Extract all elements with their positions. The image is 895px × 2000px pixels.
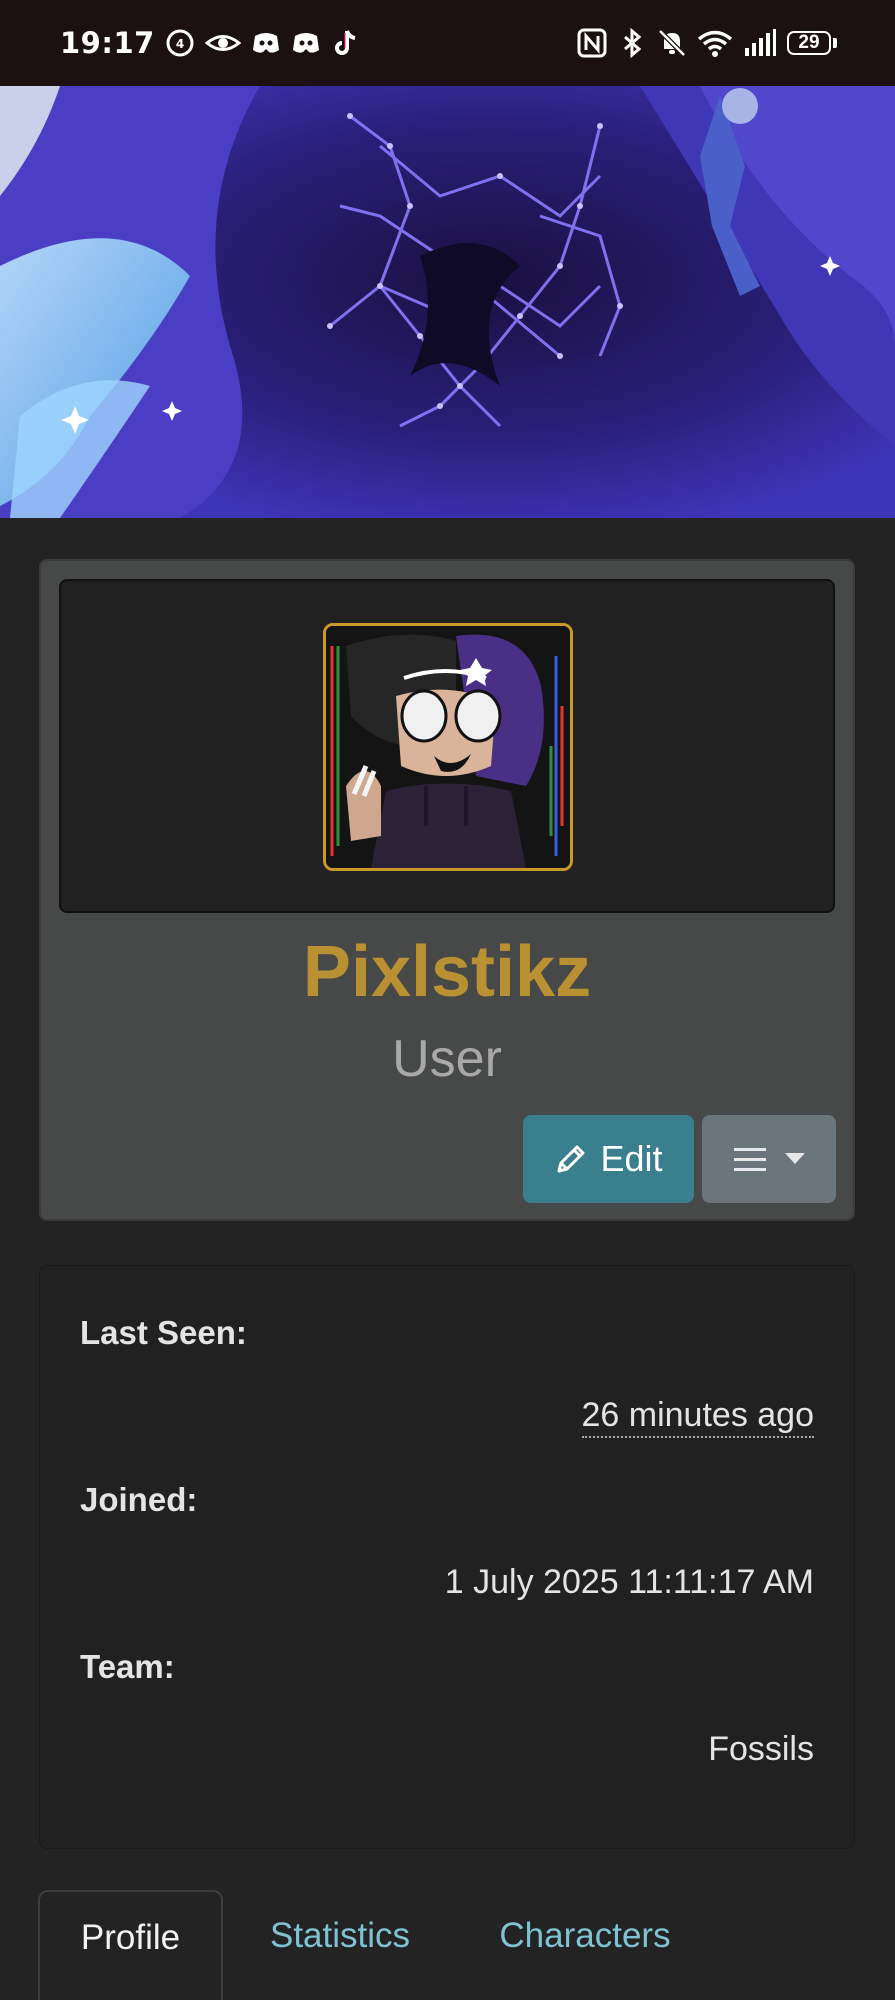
username: Pixlstikz <box>302 932 592 1012</box>
accessibility-icon: 4 <box>166 29 194 57</box>
tab-statistics[interactable]: Statistics <box>255 1890 425 2000</box>
battery-icon: 29 <box>787 31 837 55</box>
status-right: 29 <box>577 28 837 58</box>
user-role: User <box>392 1030 502 1088</box>
profile-banner <box>0 86 895 518</box>
tiktok-icon <box>334 30 356 55</box>
discord-icon <box>252 33 279 53</box>
discord-icon <box>292 33 319 53</box>
avatar-image <box>326 626 570 868</box>
caret-down-icon <box>785 1153 805 1164</box>
profile-card: Pixlstikz User Edit <box>39 559 855 1221</box>
bell-off-icon <box>658 29 686 57</box>
clock: 19:17 <box>60 26 155 60</box>
last-seen-value: 26 minutes ago <box>581 1396 814 1438</box>
avatar[interactable] <box>323 623 573 871</box>
wifi-icon <box>697 30 733 57</box>
joined-label: Joined: <box>80 1481 198 1518</box>
joined-value: 1 July 2025 11:11:17 AM <box>444 1563 814 1601</box>
svg-text:4: 4 <box>176 37 184 51</box>
status-bar: 19:17 4 29 <box>0 0 895 86</box>
profile-tabs: Profile Statistics Characters <box>0 1890 895 2000</box>
edit-button-label: Edit <box>600 1138 663 1179</box>
bluetooth-icon <box>624 28 642 58</box>
last-seen-label: Last Seen: <box>80 1314 247 1351</box>
nfc-icon <box>577 28 607 58</box>
team-value: Fossils <box>708 1730 814 1768</box>
tab-profile[interactable]: Profile <box>38 1890 223 2000</box>
menu-dropdown-button[interactable] <box>702 1115 836 1203</box>
battery-level: 29 <box>787 31 831 55</box>
edit-button[interactable]: Edit <box>523 1115 694 1203</box>
hamburger-icon <box>734 1148 766 1171</box>
pencil-icon <box>557 1145 585 1173</box>
last-seen-time[interactable]: 26 minutes ago <box>581 1396 814 1438</box>
avatar-frame <box>59 579 835 913</box>
banner-art <box>0 86 895 518</box>
tab-characters[interactable]: Characters <box>490 1890 680 2000</box>
info-card: Last Seen: 26 minutes ago Joined: 1 July… <box>39 1265 855 1849</box>
eye-icon <box>204 35 241 51</box>
team-label: Team: <box>80 1648 175 1685</box>
status-left: 19:17 4 <box>60 26 361 60</box>
signal-icon <box>745 29 776 56</box>
